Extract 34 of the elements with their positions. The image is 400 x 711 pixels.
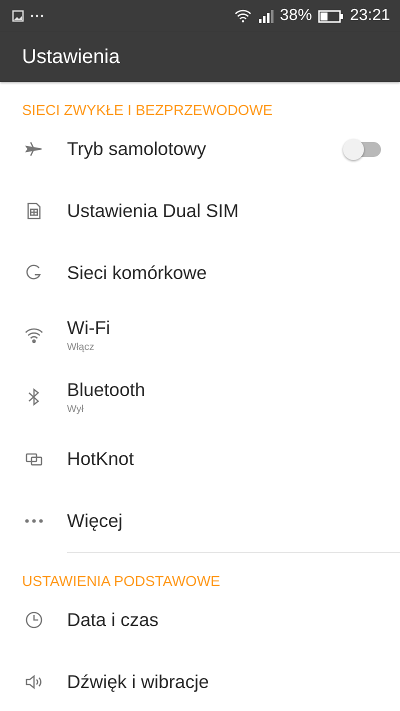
settings-item[interactable]: Ustawienia Dual SIM	[0, 180, 400, 242]
item-label: Wi-Fi	[67, 317, 112, 339]
wifi-icon	[234, 9, 252, 23]
settings-item[interactable]: Bluetooth Wył	[0, 366, 400, 428]
settings-item[interactable]: Wi-Fi Włącz	[0, 304, 400, 366]
section-header: USTAWIENIA PODSTAWOWE	[21, 573, 222, 589]
item-label: Tryb samolotowy	[67, 138, 208, 160]
settings-item[interactable]: Tryb samolotowy	[0, 118, 400, 180]
battery-icon	[318, 10, 344, 22]
settings-item[interactable]: HotKnot	[0, 428, 400, 490]
item-label: HotKnot	[67, 448, 135, 470]
more-notifications-icon	[30, 14, 44, 18]
item-summary: Wył	[67, 404, 85, 415]
item-label: Bluetooth	[67, 379, 146, 401]
airplane-icon	[24, 139, 44, 159]
settings-item[interactable]: Data i czas	[0, 589, 400, 651]
image-notification-icon	[12, 10, 24, 22]
section-header: SIECI ZWYKŁE I BEZPRZEWODOWE	[21, 102, 274, 118]
item-summary: Włącz	[67, 342, 96, 353]
settings-item[interactable]: Sieci komórkowe	[0, 242, 400, 304]
clock-time: 23:21	[350, 7, 390, 25]
item-label: Więcej	[67, 510, 124, 532]
battery-percentage: 38%	[280, 7, 312, 25]
clock-icon	[24, 610, 44, 630]
item-label: Sieci komórkowe	[67, 262, 208, 284]
item-label: Dźwięk i wibracje	[67, 671, 210, 693]
item-label: Data i czas	[67, 609, 160, 631]
item-label: Ustawienia Dual SIM	[67, 200, 240, 222]
signal-icon	[258, 9, 274, 23]
more-icon	[24, 519, 42, 523]
settings-item[interactable]: Więcej	[0, 490, 400, 552]
settings-item[interactable]: Dźwięk i wibracje	[0, 651, 400, 711]
app-bar-title: Ustawienia	[22, 46, 120, 68]
speaker-icon	[24, 672, 44, 692]
